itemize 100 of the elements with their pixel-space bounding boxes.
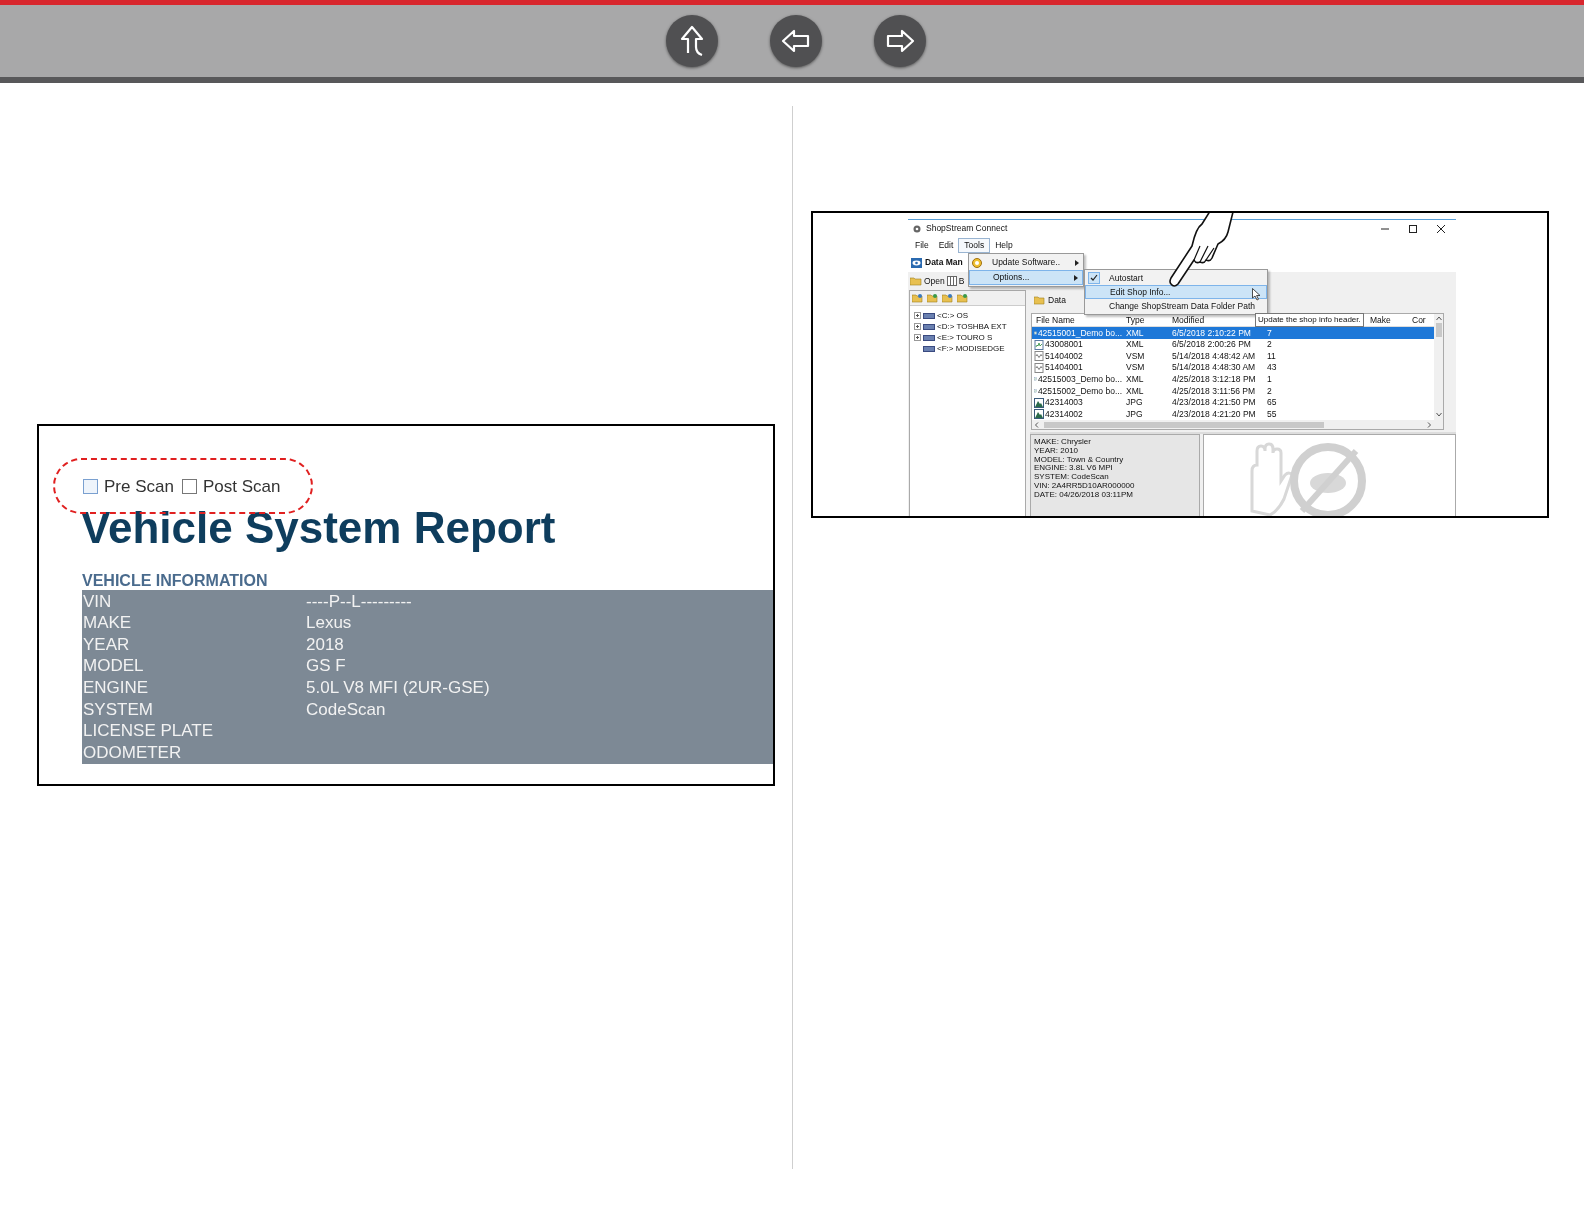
tree-item[interactable]: <E:> TOURO S: [937, 331, 993, 344]
folder-icon[interactable]: [927, 293, 938, 303]
table-cell-text: 11: [1266, 349, 1277, 363]
table-cell-text: 2: [1266, 384, 1273, 398]
menu-entry[interactable]: Autostart: [1085, 271, 1267, 285]
image-icon: [1034, 397, 1044, 408]
table-cell-text: 65: [1266, 396, 1278, 409]
table-cell: 42515002_Demo bo...: [1037, 384, 1122, 398]
tooltip: Update the shop info header.: [1255, 313, 1364, 327]
column-header[interactable]: Type: [1122, 313, 1168, 327]
menu-entry[interactable]: Change ShopStream Data Folder Path: [1085, 299, 1267, 313]
table-cell-text: 6/5/2018 2:00:26 PM: [1171, 338, 1252, 351]
field-label: MODEL: [82, 655, 145, 678]
field-value: 2018: [306, 633, 344, 656]
tab[interactable]: Data: [1048, 294, 1066, 307]
folder-icon[interactable]: [912, 293, 923, 303]
maximize-icon[interactable]: [1408, 223, 1418, 234]
eye-icon: [911, 257, 922, 268]
expand-icon[interactable]: [914, 312, 921, 319]
scrollbar-thumb[interactable]: [1435, 323, 1442, 338]
menu-item[interactable]: Help: [990, 237, 1018, 253]
menu-item[interactable]: Tools: [958, 237, 991, 253]
forward-button[interactable]: [874, 15, 926, 67]
file-row[interactable]: 51404002 VSM 5/14/2018 4:48:42 AM 11: [1032, 350, 1434, 363]
horizontal-scrollbar[interactable]: [1032, 420, 1434, 429]
column-header[interactable]: Cor: [1408, 313, 1434, 327]
table-cell: 42314002: [1045, 407, 1083, 421]
checkbox[interactable]: [181, 479, 197, 495]
scrollbar-thumb[interactable]: [1044, 421, 1324, 428]
waveform-icon: [1034, 351, 1044, 362]
toolbar-label: Data Man: [925, 256, 963, 269]
drive-icon: [923, 344, 935, 353]
menu-entry[interactable]: Update Software..: [969, 255, 1083, 270]
info-line: ENGINE: 3.8L V6 MPI: [1034, 464, 1113, 474]
open-button[interactable]: Open: [924, 274, 945, 288]
file-row[interactable]: 43008001 XML 6/5/2018 2:00:26 PM 2: [1032, 338, 1434, 351]
folder-icon[interactable]: [957, 293, 968, 303]
field-label: VIN: [82, 590, 113, 613]
column-header[interactable]: File Name: [1032, 313, 1122, 327]
vertical-scrollbar[interactable]: [1434, 314, 1443, 429]
table-cell-text: XML: [1125, 373, 1145, 386]
file-row[interactable]: 42515002_Demo bo... XML 4/25/2018 3:11:56 PM 2: [1032, 385, 1434, 397]
table-cell-text: 5/14/2018 4:48:30 AM: [1171, 361, 1257, 375]
file-row[interactable]: 42314002 JPG 4/23/2018 4:21:20 PM 55: [1032, 408, 1434, 420]
table-cell-text: VSM: [1125, 361, 1146, 375]
info-line: SYSTEM: CodeScan: [1034, 473, 1110, 482]
toolbar-button[interactable]: B: [958, 274, 965, 288]
field-label: YEAR: [82, 633, 131, 656]
info-line: MODEL: Town & Country: [1034, 455, 1125, 465]
table-cell-text: 1: [1266, 373, 1273, 386]
window-title: ShopStream Connect: [926, 222, 1008, 235]
info-line: DATE: 04/26/2018 03:11PM: [1034, 490, 1134, 500]
table-cell-text: 7: [1266, 326, 1273, 340]
tree-item[interactable]: <D:> TOSHBA EXT: [937, 320, 1007, 333]
file-row[interactable]: 42314003 JPG 4/23/2018 4:21:50 PM 65: [1032, 396, 1434, 409]
expand-icon[interactable]: [914, 334, 921, 341]
drive-icon: [923, 333, 935, 342]
table-cell-text: 6/5/2018 2:10:22 PM: [1171, 326, 1252, 340]
drive-icon: [923, 322, 935, 331]
table-cell: 51404002: [1045, 349, 1083, 363]
table-cell-text: XML: [1125, 338, 1145, 351]
file-row[interactable]: 42515003_Demo bo... XML 4/25/2018 3:12:18 PM 1: [1032, 373, 1434, 386]
table-cell-text: 4/23/2018 4:21:50 PM: [1171, 396, 1257, 409]
menu-entry[interactable]: Edit Shop Info...: [1085, 285, 1267, 299]
menu-item[interactable]: File: [910, 237, 934, 253]
image-icon: [1034, 409, 1044, 420]
table-cell: 43008001: [1045, 338, 1083, 351]
field-value: 5.0L V8 MFI (2UR-GSE): [306, 676, 490, 699]
info-line: MAKE: Chrysler: [1034, 438, 1092, 447]
field-label: MAKE: [82, 612, 133, 635]
submenu-arrow-icon: [1075, 259, 1079, 266]
menu-entry[interactable]: Options...: [969, 270, 1083, 285]
expand-icon[interactable]: [914, 323, 921, 330]
back-button[interactable]: [770, 15, 822, 67]
tree-item[interactable]: <F:> MODISEDGE: [937, 342, 1005, 355]
up-button[interactable]: [666, 15, 718, 67]
waveform-icon: [1034, 362, 1044, 373]
table-cell: 51404001: [1045, 361, 1083, 375]
table-cell-text: XML: [1125, 384, 1145, 398]
close-icon[interactable]: [1436, 223, 1446, 234]
field-label: SYSTEM: [82, 698, 154, 721]
field-value: CodeScan: [306, 698, 386, 721]
tree-item[interactable]: <C:> OS: [937, 309, 969, 322]
info-line: VIN: 2A4RR5D10AR000000: [1034, 482, 1136, 491]
table-cell-text: 43: [1266, 361, 1278, 375]
section-heading: VEHICLE INFORMATION: [82, 571, 269, 590]
menu-item[interactable]: Edit: [933, 237, 959, 253]
submenu-arrow-icon: [1074, 274, 1078, 281]
checkbox[interactable]: [83, 479, 98, 495]
info-line: YEAR: 2010: [1034, 446, 1079, 456]
field-value: Lexus: [306, 612, 352, 635]
folder-icon: [1034, 296, 1045, 306]
checkbox-label: Post Scan: [202, 476, 281, 498]
file-row[interactable]: 51404001 VSM 5/14/2018 4:48:30 AM 43: [1032, 362, 1434, 374]
columns-icon: [946, 276, 957, 286]
table-cell-text: JPG: [1125, 407, 1144, 421]
column-header[interactable]: Make: [1366, 313, 1408, 327]
field-value: ----P--L---------: [306, 590, 412, 613]
file-row[interactable]: 42515001_Demo bo... XML 6/5/2018 2:10:22 PM 7: [1032, 327, 1434, 339]
folder-icon[interactable]: [942, 293, 953, 303]
